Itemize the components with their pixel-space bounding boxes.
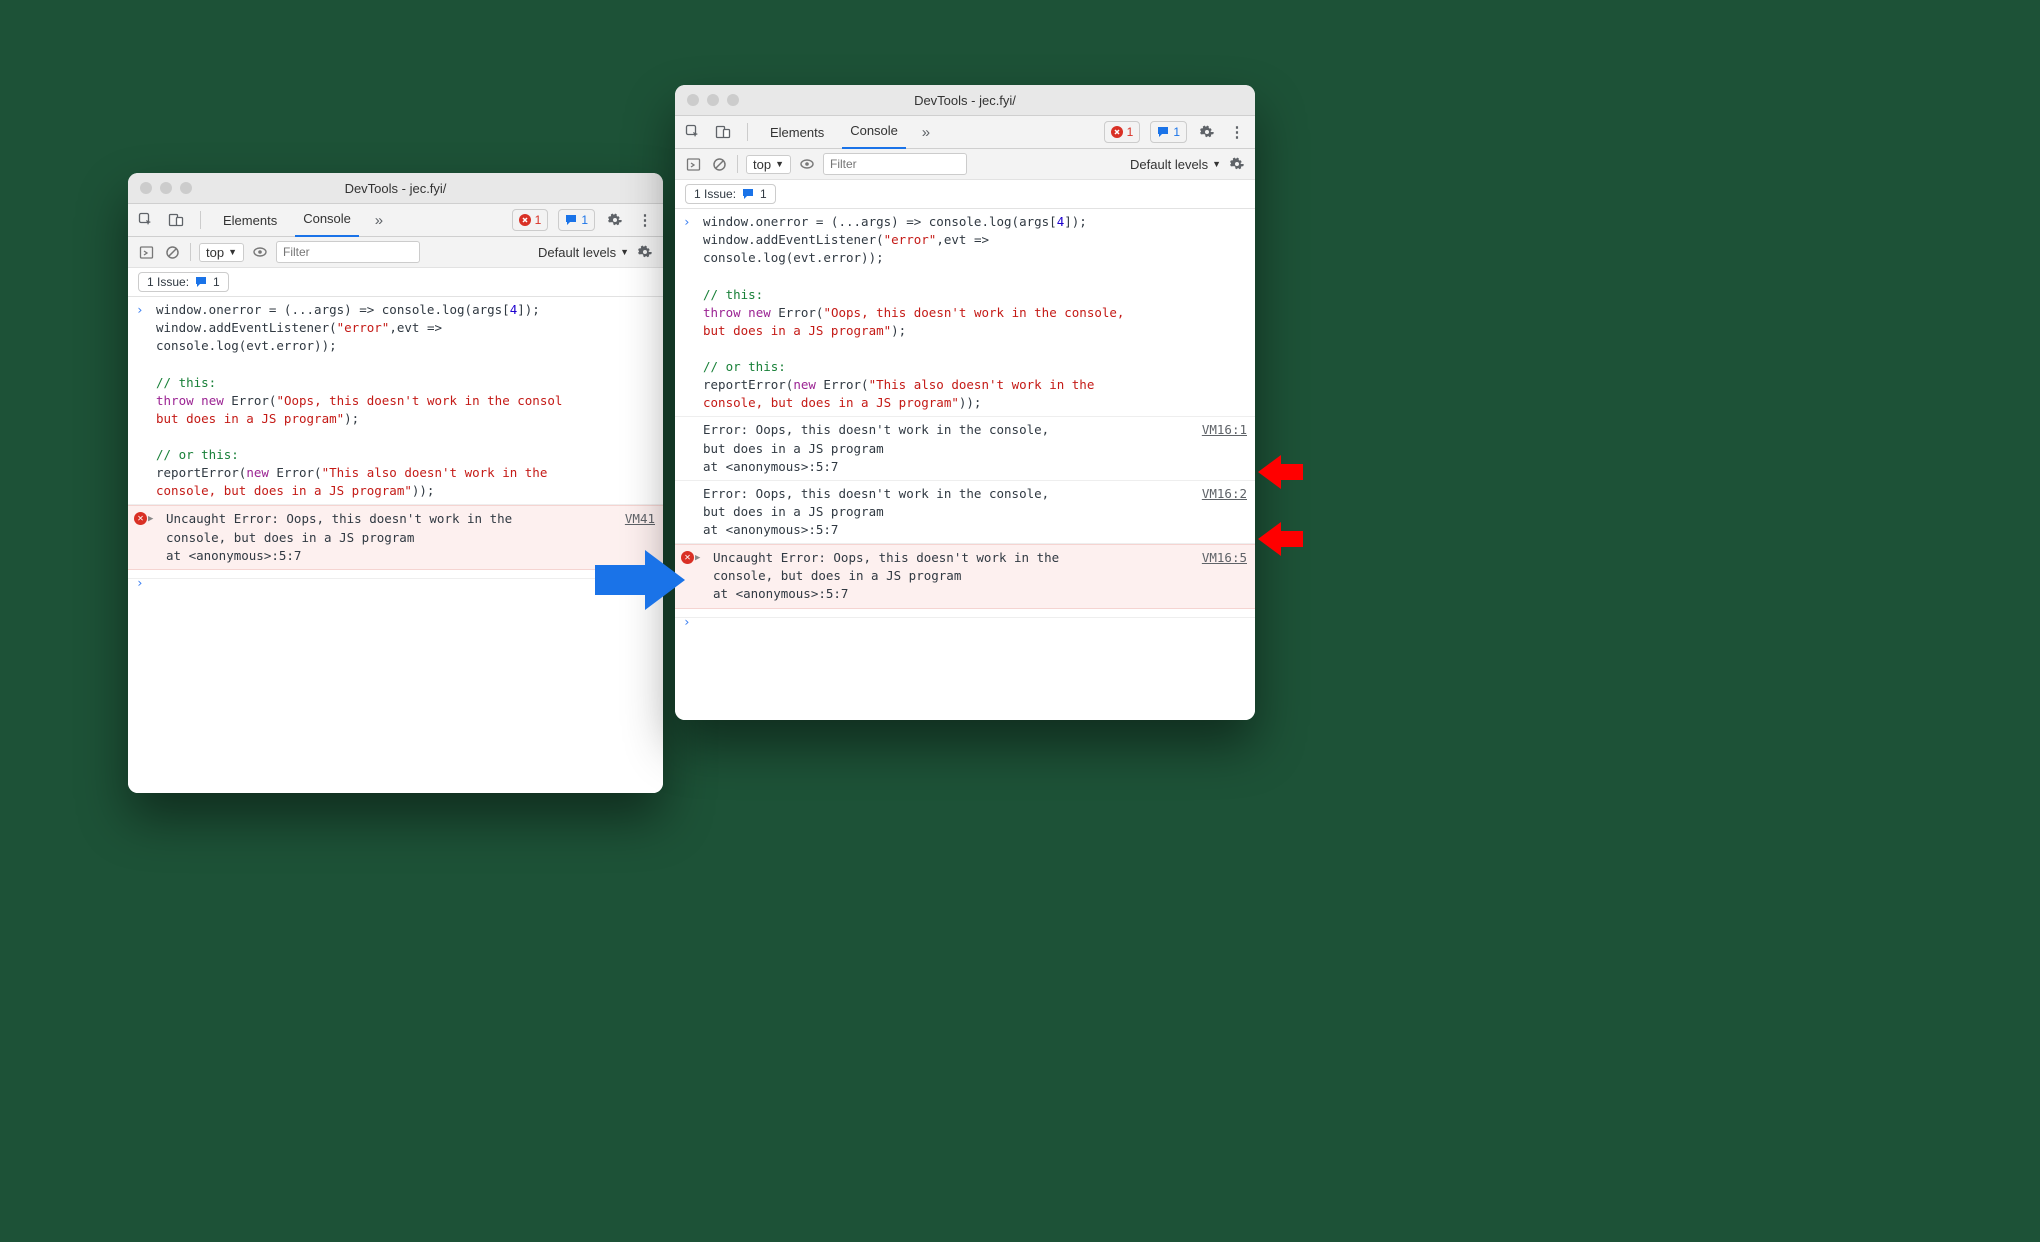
console-body: › window.onerror = (...args) => console.…: [675, 209, 1255, 720]
minimize-icon[interactable]: [160, 182, 172, 194]
device-toggle-icon[interactable]: [713, 122, 733, 142]
traffic-lights: [687, 94, 739, 106]
titlebar: DevTools - jec.fyi/: [675, 85, 1255, 116]
source-link[interactable]: VM16:2: [1202, 485, 1247, 503]
zoom-icon[interactable]: [180, 182, 192, 194]
console-log-entry: VM16:1 Error: Oops, this doesn't work in…: [675, 417, 1255, 480]
more-tabs-icon[interactable]: »: [369, 210, 389, 230]
issue-chip[interactable]: 1 Issue: 1: [685, 184, 776, 204]
issues-bar: 1 Issue: 1: [675, 180, 1255, 209]
devtools-tabbar: Elements Console » 1 1 ⋮: [128, 204, 663, 237]
titlebar: DevTools - jec.fyi/: [128, 173, 663, 204]
source-link[interactable]: VM16:1: [1202, 421, 1247, 439]
chevron-right-icon: ›: [683, 213, 691, 231]
issue-count-pill[interactable]: 1: [558, 209, 595, 231]
source-link[interactable]: VM41: [625, 510, 655, 528]
console-settings-icon[interactable]: [635, 242, 655, 262]
sidebar-toggle-icon[interactable]: [136, 242, 156, 262]
window-title: DevTools - jec.fyi/: [675, 93, 1255, 108]
tab-console[interactable]: Console: [295, 203, 359, 238]
close-icon[interactable]: [140, 182, 152, 194]
chevron-right-icon: ›: [136, 301, 144, 319]
live-expression-icon[interactable]: [250, 242, 270, 262]
console-toolbar: top▼ Default levels▼: [675, 149, 1255, 180]
issue-count-pill[interactable]: 1: [1150, 121, 1187, 143]
clear-console-icon[interactable]: [162, 242, 182, 262]
settings-icon[interactable]: [1197, 122, 1217, 142]
close-icon[interactable]: [687, 94, 699, 106]
log-levels-dropdown[interactable]: Default levels▼: [1130, 157, 1221, 172]
error-count-pill[interactable]: 1: [512, 209, 549, 231]
filter-input[interactable]: [276, 241, 420, 263]
console-prompt[interactable]: ›: [675, 609, 1255, 618]
console-settings-icon[interactable]: [1227, 154, 1247, 174]
devtools-window-after: DevTools - jec.fyi/ Elements Console » 1…: [675, 85, 1255, 720]
error-count-pill[interactable]: 1: [1104, 121, 1141, 143]
filter-input[interactable]: [823, 153, 967, 175]
more-tabs-icon[interactable]: »: [916, 122, 936, 142]
clear-console-icon[interactable]: [709, 154, 729, 174]
red-arrow-icon: [1258, 455, 1303, 489]
console-body: › window.onerror = (...args) => console.…: [128, 297, 663, 793]
live-expression-icon[interactable]: [797, 154, 817, 174]
chevron-right-icon: ›: [136, 574, 144, 592]
devtools-tabbar: Elements Console » 1 1 ⋮: [675, 116, 1255, 149]
console-toolbar: top▼ Default levels▼: [128, 237, 663, 268]
window-title: DevTools - jec.fyi/: [128, 181, 663, 196]
tab-elements[interactable]: Elements: [215, 204, 285, 236]
console-prompt[interactable]: ›: [128, 570, 663, 579]
log-levels-dropdown[interactable]: Default levels▼: [538, 245, 629, 260]
console-input-entry: › window.onerror = (...args) => console.…: [128, 297, 663, 505]
settings-icon[interactable]: [605, 210, 625, 230]
kebab-icon[interactable]: ⋮: [635, 210, 655, 230]
error-icon: ✕: [134, 512, 147, 525]
kebab-icon[interactable]: ⋮: [1227, 122, 1247, 142]
console-error-entry[interactable]: ✕ ▶ VM16:5 Uncaught Error: Oops, this do…: [675, 544, 1255, 608]
console-input-entry: › window.onerror = (...args) => console.…: [675, 209, 1255, 417]
context-selector[interactable]: top▼: [746, 155, 791, 174]
disclosure-triangle-icon[interactable]: ▶: [695, 552, 700, 565]
source-link[interactable]: VM16:5: [1202, 549, 1247, 567]
disclosure-triangle-icon[interactable]: ▶: [148, 513, 153, 526]
tab-console[interactable]: Console: [842, 115, 906, 150]
chevron-right-icon: ›: [683, 613, 691, 631]
zoom-icon[interactable]: [727, 94, 739, 106]
sidebar-toggle-icon[interactable]: [683, 154, 703, 174]
devtools-window-before: DevTools - jec.fyi/ Elements Console » 1…: [128, 173, 663, 793]
console-error-entry[interactable]: ✕ ▶ VM41 Uncaught Error: Oops, this does…: [128, 505, 663, 569]
blue-arrow-icon: [595, 550, 685, 610]
red-arrow-icon: [1258, 522, 1303, 556]
issues-bar: 1 Issue: 1: [128, 268, 663, 297]
minimize-icon[interactable]: [707, 94, 719, 106]
inspect-icon[interactable]: [683, 122, 703, 142]
context-selector[interactable]: top▼: [199, 243, 244, 262]
inspect-icon[interactable]: [136, 210, 156, 230]
tab-elements[interactable]: Elements: [762, 116, 832, 148]
issue-chip[interactable]: 1 Issue: 1: [138, 272, 229, 292]
device-toggle-icon[interactable]: [166, 210, 186, 230]
console-log-entry: VM16:2 Error: Oops, this doesn't work in…: [675, 481, 1255, 544]
traffic-lights: [140, 182, 192, 194]
